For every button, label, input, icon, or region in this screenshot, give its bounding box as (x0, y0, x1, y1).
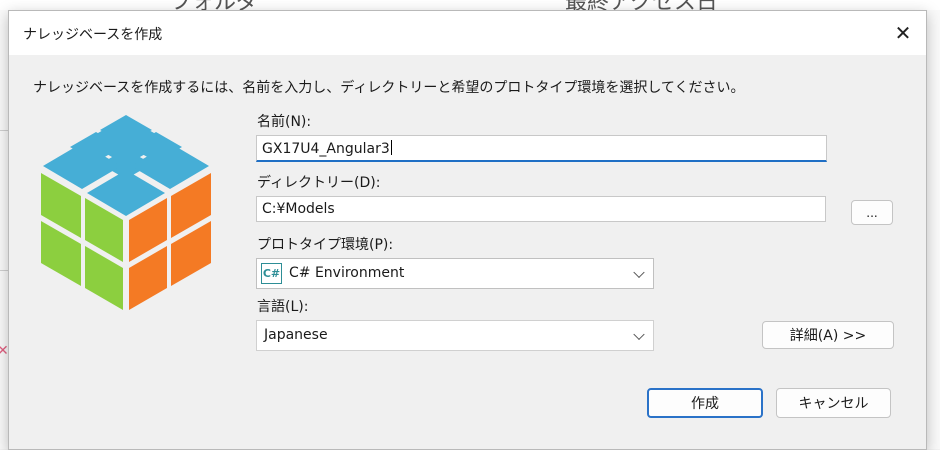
details-button-label: 詳細(A) >> (789, 328, 867, 344)
dialog-title: ナレッジベースを作成 (23, 27, 163, 43)
browse-button-label: ... (866, 205, 878, 220)
create-button[interactable]: 作成 (647, 388, 763, 418)
language-select[interactable]: Japanese (256, 320, 654, 351)
browse-directory-button[interactable]: ... (851, 200, 893, 225)
environment-select[interactable]: C# C# Environment (256, 258, 654, 289)
environment-selected-value: C# Environment (289, 265, 405, 281)
directory-label: ディレクトリー(D): (257, 175, 381, 191)
language-selected-value: Japanese (264, 327, 328, 343)
dialog-titlebar: ナレッジベースを作成 ✕ (9, 11, 926, 55)
environment-label: プロトタイプ環境(P): (257, 237, 394, 253)
chevron-down-icon (633, 266, 645, 278)
name-label: 名前(N): (257, 114, 312, 130)
directory-input[interactable]: C:¥Models (256, 196, 826, 222)
cancel-button-label: キャンセル (798, 396, 869, 412)
name-input[interactable]: GX17U4_Angular3 (256, 135, 827, 162)
cancel-button[interactable]: キャンセル (776, 388, 891, 418)
name-input-value: GX17U4_Angular3 (262, 141, 390, 157)
create-button-label: 作成 (691, 396, 719, 412)
csharp-icon: C# (261, 263, 282, 284)
create-knowledge-base-dialog: ナレッジベースを作成 ✕ ナレッジベースを作成するには、名前を入力し、ディレクト… (8, 10, 927, 450)
background-left-strip (0, 10, 8, 449)
text-caret (390, 140, 392, 155)
close-icon: ✕ (894, 21, 912, 45)
background-right-strip (926, 10, 940, 449)
close-button[interactable]: ✕ (880, 11, 926, 55)
rubiks-cube-icon (41, 115, 211, 310)
language-label: 言語(L): (257, 299, 309, 315)
directory-input-value: C:¥Models (262, 201, 335, 217)
dialog-description: ナレッジベースを作成するには、名前を入力し、ディレクトリーと希望のプロトタイプ環… (33, 80, 745, 96)
chevron-down-icon (633, 328, 645, 340)
details-button[interactable]: 詳細(A) >> (762, 321, 894, 349)
